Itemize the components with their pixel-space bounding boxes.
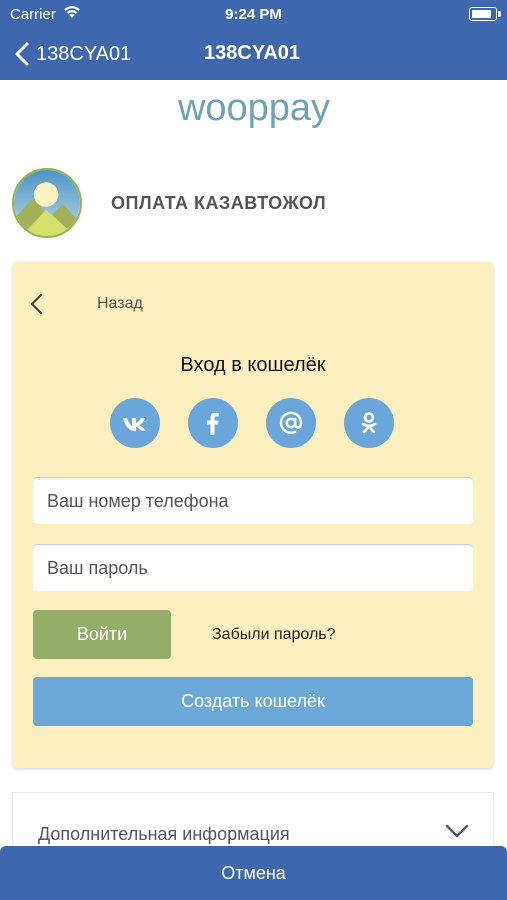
login-title: Вход в кошелёк <box>180 354 326 376</box>
additional-info-label: Дополнительная информация <box>38 824 290 844</box>
create-wallet-button[interactable]: Создать кошелёк <box>33 677 473 726</box>
status-bar: Carrier 9:24 PM <box>0 0 507 28</box>
landscape-image-icon <box>14 170 80 236</box>
mail-at-icon <box>279 411 303 434</box>
cancel-button[interactable]: Отмена <box>0 846 507 900</box>
nav-back-label: 138CYA01 <box>36 42 132 65</box>
wallet-login-card: Назад Вход в кошелёк Ваш номер телефона … <box>13 262 493 768</box>
mail-login-button[interactable] <box>266 398 316 448</box>
phone-input[interactable] <box>33 477 473 524</box>
wooppay-logo: wooppay <box>0 87 507 135</box>
odnoklassniki-icon <box>361 412 377 434</box>
merchant-avatar <box>12 168 82 238</box>
vk-icon <box>123 418 146 431</box>
merchant-header: ОПЛАТА КАЗАВТОЖОЛ <box>12 168 495 238</box>
login-button[interactable]: Войти <box>33 610 171 659</box>
social-login-row <box>110 398 398 450</box>
navigation-bar: 138CYA01 138CYA01 <box>0 28 507 80</box>
merchant-name: ОПЛАТА КАЗАВТОЖОЛ <box>111 193 327 213</box>
chevron-left-icon <box>15 42 29 66</box>
nav-back-button[interactable]: 138CYA01 <box>14 40 131 68</box>
card-back-label: Назад <box>97 295 143 312</box>
nav-title: 138CYA01 <box>204 42 301 64</box>
odnoklassniki-login-button[interactable] <box>344 398 394 448</box>
clock: 9:24 PM <box>225 6 282 23</box>
password-input[interactable] <box>33 544 473 591</box>
forgot-password-link[interactable]: Забыли пароль? <box>212 626 336 644</box>
facebook-login-button[interactable] <box>188 398 238 448</box>
vk-login-button[interactable] <box>110 398 160 448</box>
card-back-button[interactable]: Назад <box>29 292 143 316</box>
facebook-icon <box>207 412 219 435</box>
battery-icon <box>469 7 501 21</box>
chevron-down-icon <box>445 824 469 838</box>
logo-text: wooppay <box>176 88 329 129</box>
chevron-left-icon <box>30 293 43 315</box>
battery-level <box>472 10 491 18</box>
